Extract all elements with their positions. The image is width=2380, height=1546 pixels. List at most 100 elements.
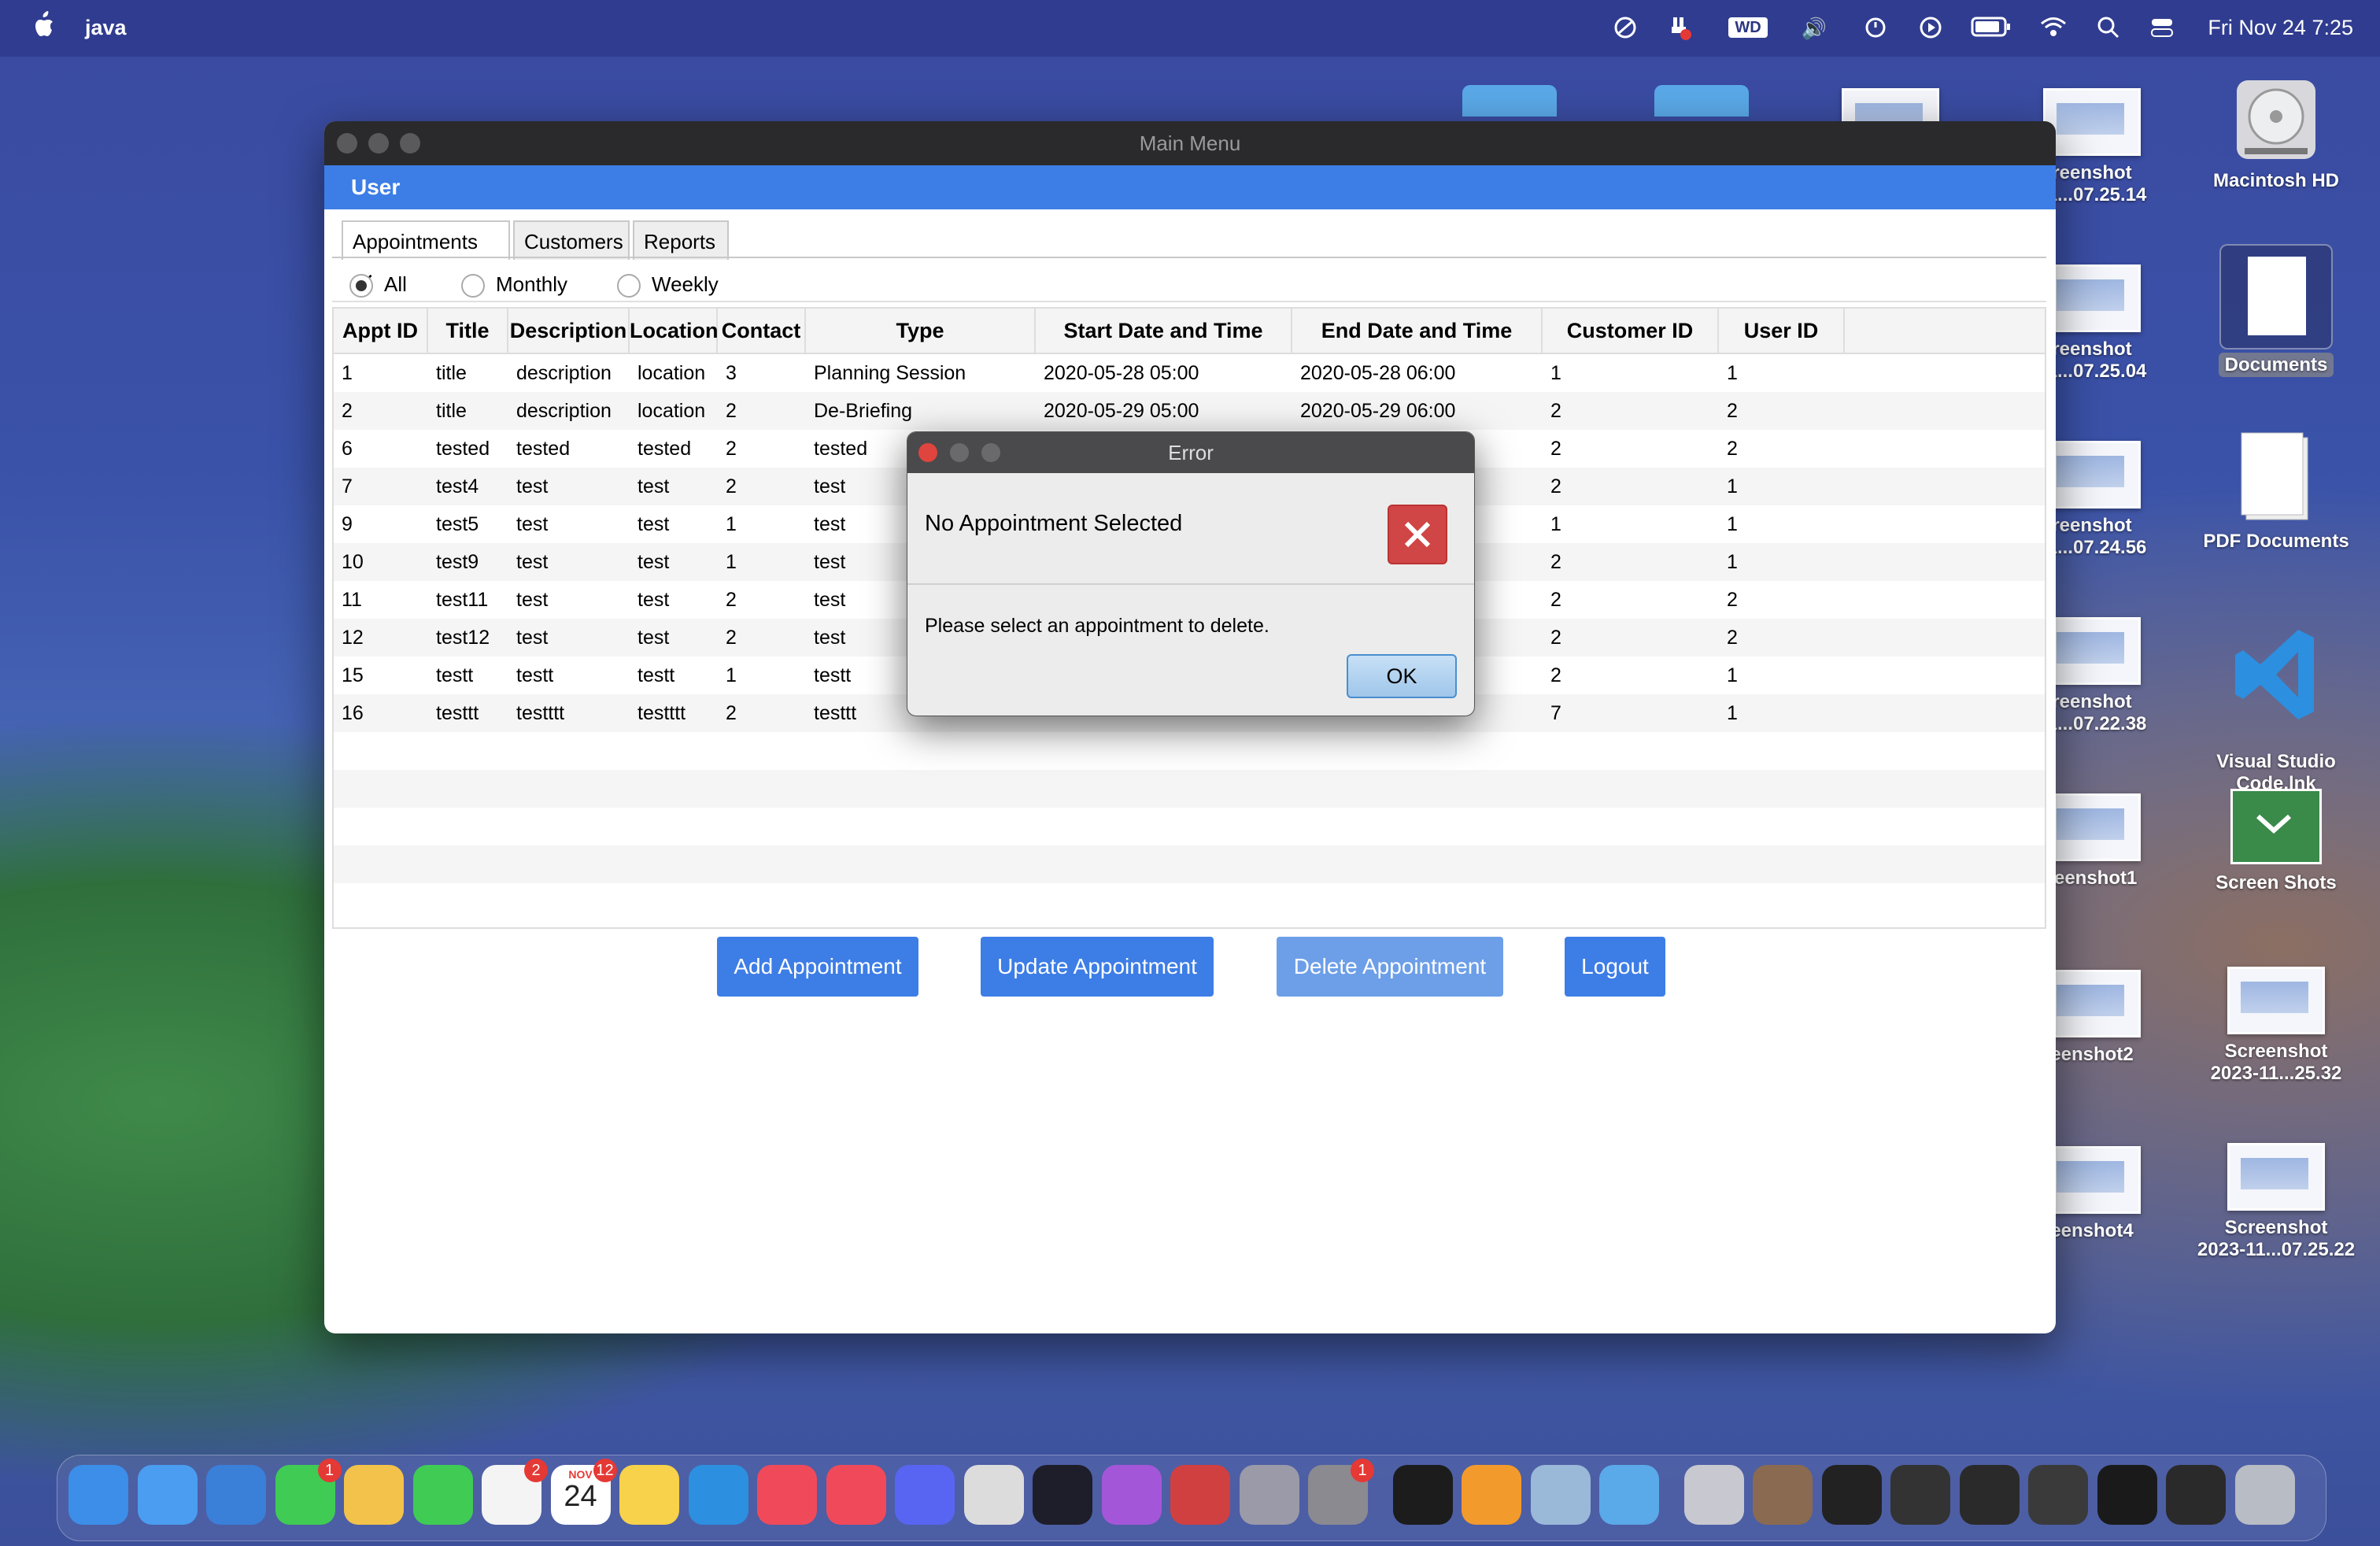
- desktop-icon-screenshot[interactable]: Screenshot 2023-11...07.25.22: [2190, 1143, 2363, 1261]
- minimized-window-icon[interactable]: [1959, 1465, 2020, 1525]
- minimized-window-icon[interactable]: [1753, 1465, 1813, 1525]
- finder-icon[interactable]: [68, 1465, 128, 1525]
- music-icon[interactable]: [757, 1465, 817, 1525]
- tab-reports[interactable]: Reports: [633, 220, 729, 260]
- battery-icon[interactable]: [1971, 16, 2012, 41]
- table-cell: test12: [436, 627, 490, 649]
- discord-icon[interactable]: [895, 1465, 955, 1525]
- focus-icon[interactable]: [1612, 16, 1639, 41]
- tab-label: Customers: [524, 230, 623, 253]
- column-header[interactable]: Start Date and Time: [1036, 309, 1292, 353]
- launchpad-icon[interactable]: [1239, 1465, 1299, 1525]
- notes-icon[interactable]: [619, 1465, 679, 1525]
- desktop-icon-screenshot[interactable]: Screenshot 2023-11...25.32: [2190, 967, 2363, 1085]
- radio-indicator[interactable]: [617, 274, 641, 298]
- active-app-name[interactable]: java: [85, 16, 127, 40]
- menubar-clock[interactable]: Fri Nov 24 7:25: [2208, 16, 2353, 40]
- table-cell: test5: [436, 513, 479, 535]
- column-header[interactable]: Location: [630, 309, 719, 353]
- terminal-icon[interactable]: [1392, 1465, 1453, 1525]
- mail-icon[interactable]: [137, 1465, 198, 1525]
- column-header[interactable]: End Date and Time: [1292, 309, 1543, 353]
- desktop-icon-macintosh-hd[interactable]: Macintosh HD: [2190, 72, 2363, 192]
- desktop-icon-pdf-documents[interactable]: PDF Documents: [2190, 425, 2363, 553]
- trash-icon[interactable]: [2234, 1465, 2295, 1525]
- filter-all-radio[interactable]: All: [349, 272, 407, 298]
- pages-icon[interactable]: [1462, 1465, 1521, 1525]
- minimized-window-icon[interactable]: [2028, 1465, 2088, 1525]
- dialog-zoom-button: [981, 443, 1000, 462]
- update-appointment-button[interactable]: Update Appointment: [981, 937, 1214, 997]
- minimized-window-icon[interactable]: [1890, 1465, 1950, 1525]
- intellij-icon[interactable]: [1033, 1465, 1092, 1525]
- table-cell: test: [516, 627, 549, 649]
- wifi-icon[interactable]: [2040, 16, 2067, 41]
- safari-icon[interactable]: [206, 1465, 266, 1525]
- tab-appointments[interactable]: Appointments ✕: [342, 220, 510, 293]
- control-center-icon[interactable]: [2149, 16, 2175, 41]
- downloads-folder-icon[interactable]: [1599, 1465, 1659, 1525]
- table-row[interactable]: 2 title description location 2 De-Briefing 202…: [334, 392, 2045, 430]
- script-editor-icon[interactable]: [963, 1465, 1024, 1525]
- system-settings-icon[interactable]: 1: [1308, 1459, 1374, 1525]
- desktop-icon-label: Screenshot 2023-11...07.25.22: [2197, 1217, 2356, 1260]
- window-titlebar[interactable]: Main Menu: [324, 121, 2056, 165]
- dialog-titlebar[interactable]: Error: [907, 432, 1474, 473]
- mysql-workbench-icon[interactable]: [1101, 1465, 1162, 1525]
- messages-icon[interactable]: 1: [275, 1459, 342, 1525]
- minimized-window-icon[interactable]: [1683, 1465, 1744, 1525]
- table-cell: 2: [342, 400, 353, 422]
- column-header[interactable]: Contact: [718, 309, 806, 353]
- minimized-window-icon[interactable]: [1821, 1465, 1882, 1525]
- column-header[interactable]: Description: [508, 309, 630, 353]
- empty-table-row: [334, 845, 2045, 883]
- desktop-folder-icon[interactable]: [1462, 85, 1557, 117]
- minimize-window-button[interactable]: [368, 133, 389, 153]
- ok-button[interactable]: OK: [1347, 654, 1457, 698]
- usb-alert-icon[interactable]: [1667, 16, 1694, 41]
- reminders-icon[interactable]: 2: [482, 1459, 548, 1525]
- column-header[interactable]: Customer ID: [1543, 309, 1719, 353]
- news-icon[interactable]: [826, 1465, 886, 1525]
- preview-icon[interactable]: [1530, 1465, 1591, 1525]
- desktop-icon-screen-shots[interactable]: Screen Shots: [2190, 789, 2363, 894]
- play-icon[interactable]: [1917, 16, 1944, 41]
- dialog-close-button[interactable]: [918, 443, 937, 462]
- tab-label: Reports: [644, 230, 716, 253]
- table-row[interactable]: 1 title description location 3 Planning Sessi…: [334, 354, 2045, 392]
- tab-customers[interactable]: Customers: [513, 220, 630, 260]
- time-machine-icon[interactable]: [1862, 16, 1889, 41]
- facetime-icon[interactable]: [412, 1465, 473, 1525]
- logout-button[interactable]: Logout: [1565, 937, 1665, 997]
- empty-table-row: [334, 808, 2045, 845]
- desktop-icon-documents[interactable]: Documents: [2190, 244, 2363, 377]
- close-window-button[interactable]: [337, 133, 357, 153]
- desktop-folder-icon[interactable]: [1654, 85, 1749, 117]
- photos-icon[interactable]: [344, 1465, 404, 1525]
- wd-drive-icon[interactable]: WD: [1728, 17, 1768, 38]
- minimized-window-icon[interactable]: [2097, 1465, 2157, 1525]
- remote-desktop-icon[interactable]: [1170, 1465, 1230, 1525]
- add-appointment-button[interactable]: Add Appointment: [717, 937, 918, 997]
- minimized-window-icon[interactable]: [2166, 1465, 2226, 1525]
- volume-icon[interactable]: 🔊: [1801, 16, 1828, 41]
- column-header[interactable]: User ID: [1719, 309, 1845, 353]
- column-header[interactable]: Type: [806, 309, 1036, 353]
- column-header[interactable]: Appt ID: [334, 309, 428, 353]
- radio-indicator[interactable]: [461, 274, 485, 298]
- window-title: Main Menu: [1139, 131, 1241, 155]
- table-cell: 1: [726, 513, 737, 535]
- desktop-icon-vscode-link[interactable]: Visual Studio Code.lnk: [2190, 601, 2363, 795]
- delete-appointment-button[interactable]: Delete Appointment: [1277, 937, 1503, 997]
- vscode-icon[interactable]: [688, 1465, 748, 1525]
- apple-menu-icon[interactable]: [31, 11, 55, 39]
- table-cell: testt: [436, 664, 474, 686]
- calendar-icon[interactable]: NOV 24 12: [550, 1459, 617, 1525]
- column-header[interactable]: Title: [428, 309, 508, 353]
- table-cell: 1: [342, 362, 353, 384]
- filter-monthly-radio[interactable]: Monthly: [461, 272, 567, 298]
- filter-weekly-radio[interactable]: Weekly: [617, 272, 719, 298]
- zoom-window-button[interactable]: [400, 133, 420, 153]
- radio-indicator[interactable]: [349, 274, 373, 298]
- spotlight-icon[interactable]: [2095, 16, 2122, 41]
